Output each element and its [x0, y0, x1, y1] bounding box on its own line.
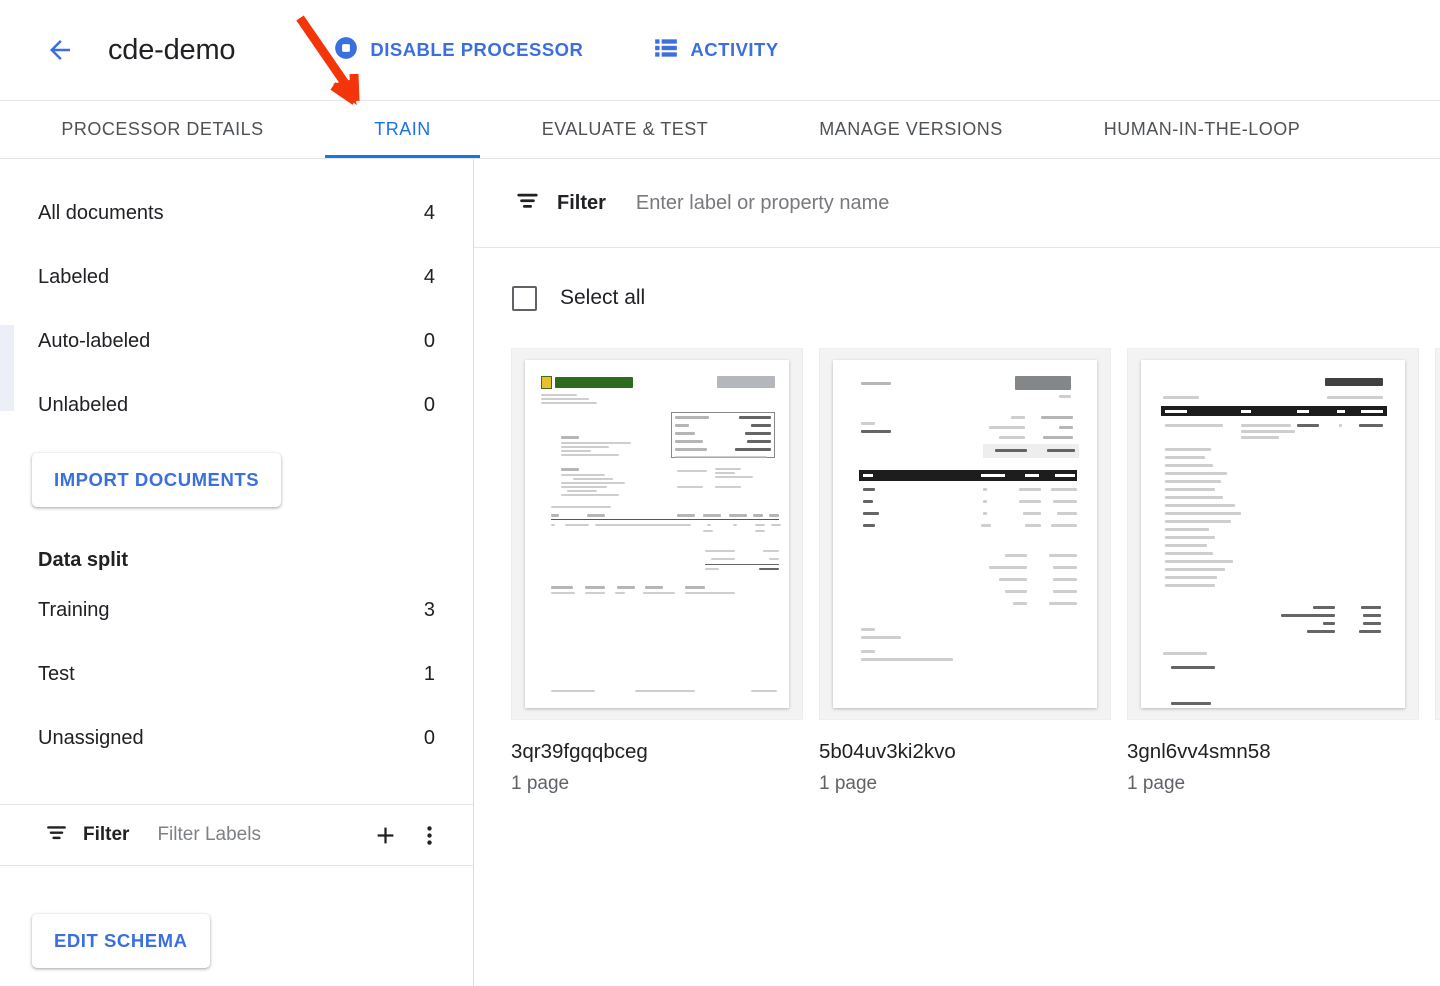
edit-schema-button[interactable]: EDIT SCHEMA: [32, 914, 210, 968]
document-page-count: 1 page: [511, 773, 803, 795]
sidebar-item-training[interactable]: Training 3: [0, 578, 473, 642]
sidebar-item-label: Unlabeled: [38, 394, 424, 417]
document-page-count: 1 page: [1127, 773, 1419, 795]
document-thumbnail[interactable]: [1127, 348, 1419, 720]
disable-processor-button[interactable]: DISABLE PROCESSOR: [333, 35, 583, 66]
edit-schema-wrap: EDIT SCHEMA: [0, 866, 473, 968]
sidebar-item-label: Training: [38, 599, 424, 622]
tab-manage-versions[interactable]: MANAGE VERSIONS: [770, 101, 1052, 158]
sidebar-item-count: 0: [424, 727, 435, 750]
sidebar-filter-bar: Filter Filter Labels: [0, 804, 473, 866]
filter-icon: [514, 187, 541, 219]
back-button[interactable]: [38, 28, 82, 72]
tab-human-in-the-loop[interactable]: HUMAN-IN-THE-LOOP: [1052, 101, 1352, 158]
sidebar-filter-label: Filter: [83, 824, 129, 846]
sidebar-item-count: 4: [424, 266, 435, 289]
sidebar-item-labeled[interactable]: Labeled 4: [0, 245, 473, 309]
filter-icon: [44, 820, 69, 850]
document-name: 5b04uv3ki2kvo: [819, 740, 1111, 764]
disable-processor-label: DISABLE PROCESSOR: [370, 39, 583, 61]
select-all-label: Select all: [560, 286, 645, 310]
sidebar-item-unassigned[interactable]: Unassigned 0: [0, 706, 473, 770]
select-all-row: Select all: [474, 248, 1440, 348]
page-title: cde-demo: [108, 34, 235, 67]
stop-circle-icon: [333, 35, 359, 66]
sidebar-item-label: Test: [38, 663, 424, 686]
activity-button[interactable]: ACTIVITY: [653, 35, 778, 66]
sidebar-item-count: 3: [424, 599, 435, 622]
document-counts-list: All documents 4 Labeled 4 Auto-labeled 0…: [0, 159, 473, 437]
sidebar-scrollbar[interactable]: [456, 871, 472, 986]
document-card[interactable]: 3qr39fgqqbceg 1 page: [511, 348, 803, 795]
sidebar-item-label: All documents: [38, 202, 424, 225]
sidebar-item-count: 0: [424, 394, 435, 417]
sidebar-filter-input[interactable]: Filter Labels: [157, 824, 363, 846]
activity-label: ACTIVITY: [690, 39, 778, 61]
top-app-bar: cde-demo DISABLE PROCESSOR: [0, 0, 1440, 101]
main-content: Filter Enter label or property name Sele…: [474, 159, 1440, 986]
sidebar-item-test[interactable]: Test 1: [0, 642, 473, 706]
document-page-preview: [525, 360, 789, 708]
import-documents-wrap: IMPORT DOCUMENTS: [0, 437, 473, 529]
document-page-preview: [833, 360, 1097, 708]
more-options-button[interactable]: [407, 813, 451, 857]
document-name: 3gnl6vv4smn58: [1127, 740, 1419, 764]
sidebar-item-count: 4: [424, 202, 435, 225]
sidebar-item-label: Auto-labeled: [38, 330, 424, 353]
app-root: cde-demo DISABLE PROCESSOR: [0, 0, 1440, 986]
document-card[interactable]: 5b04uv3ki2kvo 1 page: [819, 348, 1111, 795]
tab-train[interactable]: TRAIN: [325, 101, 480, 158]
sidebar-item-unlabeled[interactable]: Unlabeled 0: [0, 373, 473, 437]
tab-processor-details[interactable]: PROCESSOR DETAILS: [0, 101, 325, 158]
sidebar-schema-section: EDIT SCHEMA: [0, 866, 473, 986]
sidebar-item-label: Unassigned: [38, 727, 424, 750]
document-thumbnail[interactable]: [819, 348, 1111, 720]
sidebar-item-count: 1: [424, 663, 435, 686]
left-sidebar: All documents 4 Labeled 4 Auto-labeled 0…: [0, 159, 474, 986]
main-filter-bar: Filter Enter label or property name: [474, 159, 1440, 248]
import-documents-button[interactable]: IMPORT DOCUMENTS: [32, 453, 281, 507]
list-table-icon: [653, 35, 679, 66]
sidebar-item-label: Labeled: [38, 266, 424, 289]
sidebar-item-auto-labeled[interactable]: Auto-labeled 0: [0, 309, 473, 373]
select-all-checkbox[interactable]: [512, 286, 537, 311]
document-name: 3qr39fgqqbceg: [511, 740, 803, 764]
tab-evaluate-and-test[interactable]: EVALUATE & TEST: [480, 101, 770, 158]
document-card[interactable]: [1435, 348, 1440, 795]
document-thumbnail[interactable]: [511, 348, 803, 720]
document-grid: 3qr39fgqqbceg 1 page: [474, 348, 1440, 795]
sidebar-edge-highlight: [0, 325, 14, 411]
document-card[interactable]: 3gnl6vv4smn58 1 page: [1127, 348, 1419, 795]
sidebar-item-count: 0: [424, 330, 435, 353]
sidebar-item-all-documents[interactable]: All documents 4: [0, 181, 473, 245]
data-split-list: Training 3 Test 1 Unassigned 0: [0, 578, 473, 770]
document-page-count: 1 page: [819, 773, 1111, 795]
document-thumbnail[interactable]: [1435, 348, 1440, 720]
add-label-button[interactable]: [363, 813, 407, 857]
data-split-heading: Data split: [0, 529, 473, 578]
main-filter-label: Filter: [557, 192, 606, 215]
tab-bar: PROCESSOR DETAILS TRAIN EVALUATE & TEST …: [0, 101, 1440, 159]
document-page-preview: [1141, 360, 1405, 708]
main-filter-input[interactable]: Enter label or property name: [636, 192, 889, 215]
